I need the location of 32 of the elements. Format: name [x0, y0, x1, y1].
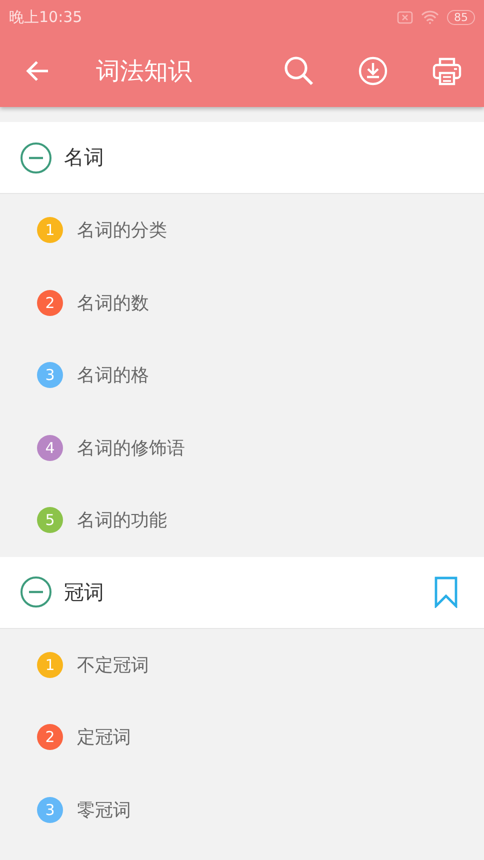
- topic-item[interactable]: 2 定冠词: [0, 701, 484, 774]
- topic-item[interactable]: 3 名词的格: [0, 339, 484, 412]
- collapse-icon[interactable]: [20, 142, 52, 174]
- number-badge: 3: [37, 362, 63, 388]
- number-badge: 1: [37, 652, 63, 678]
- section-title: 名词: [64, 144, 105, 171]
- number-badge: 5: [37, 507, 63, 534]
- battery-level: 85: [447, 10, 475, 24]
- number-badge: 1: [37, 217, 63, 244]
- no-sim-icon: [397, 10, 413, 24]
- number-badge: 2: [37, 290, 63, 316]
- section-title: 冠词: [64, 578, 105, 606]
- back-arrow-icon[interactable]: [26, 60, 50, 82]
- topic-item[interactable]: 4 名词的修饰语: [0, 412, 484, 484]
- search-icon[interactable]: [284, 56, 314, 86]
- topic-item[interactable]: 1 名词的分类: [0, 194, 484, 266]
- topic-item[interactable]: 1 不定冠词: [0, 628, 484, 701]
- wifi-icon: [421, 10, 439, 24]
- page-title: 词法知识: [96, 56, 193, 86]
- topic-item[interactable]: 5 名词的功能: [0, 484, 484, 556]
- number-badge: 2: [37, 724, 63, 750]
- number-badge: 3: [37, 796, 63, 823]
- topic-item[interactable]: 3 零冠词: [0, 774, 484, 846]
- section-header[interactable]: 名词: [0, 122, 484, 194]
- topic-item[interactable]: 2 名词的数: [0, 266, 484, 339]
- status-time: 晚上10:35: [9, 8, 82, 26]
- collapse-icon[interactable]: [20, 576, 52, 608]
- section-header[interactable]: 冠词: [0, 556, 484, 628]
- download-icon[interactable]: [358, 56, 388, 86]
- number-badge: 4: [37, 434, 63, 461]
- bookmark-icon[interactable]: [434, 576, 458, 608]
- printer-icon[interactable]: [432, 56, 462, 86]
